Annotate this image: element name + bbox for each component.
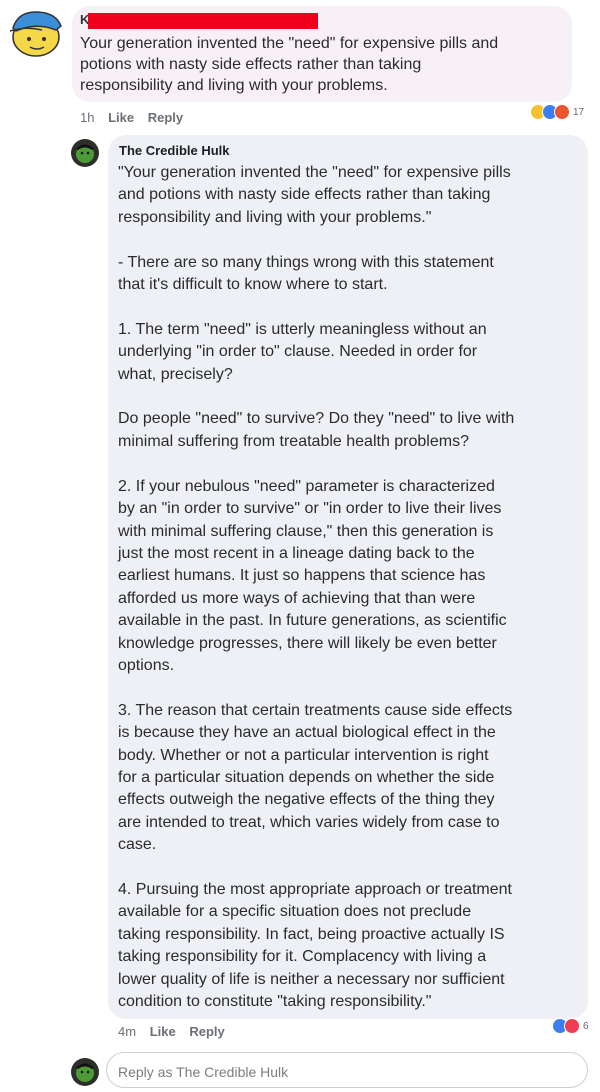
reply-button[interactable]: Reply [189, 1024, 224, 1039]
hulk-avatar-icon [71, 139, 99, 167]
avatar[interactable] [70, 138, 100, 168]
reply-time[interactable]: 4m [118, 1024, 136, 1039]
angry-icon [554, 104, 570, 120]
avatar[interactable] [6, 6, 66, 60]
reaction-count: 6 [583, 1020, 589, 1032]
redacted-name-bar [88, 13, 318, 29]
reaction-summary[interactable]: 6 [552, 1018, 589, 1034]
comment-actions: 1h Like Reply [80, 110, 193, 125]
reply-button[interactable]: Reply [148, 110, 183, 125]
reply-author[interactable]: The Credible Hulk [119, 143, 230, 158]
love-icon [564, 1018, 580, 1034]
reply-text: "Your generation invented the "need" for… [118, 164, 515, 1011]
like-button[interactable]: Like [108, 110, 134, 125]
comment-text: Your generation invented the "need" for … [80, 35, 499, 94]
reaction-count: 17 [573, 106, 585, 118]
reply-input-placeholder[interactable]: Reply as The Credible Hulk [118, 1064, 288, 1080]
reply-actions: 4m Like Reply [118, 1024, 235, 1039]
avatar [70, 1057, 100, 1087]
reaction-summary[interactable]: 17 [530, 104, 584, 120]
like-button[interactable]: Like [150, 1024, 176, 1039]
avatar-cartoon-icon [9, 11, 62, 57]
hulk-avatar-icon [71, 1058, 99, 1086]
comment-time[interactable]: 1h [80, 110, 94, 125]
